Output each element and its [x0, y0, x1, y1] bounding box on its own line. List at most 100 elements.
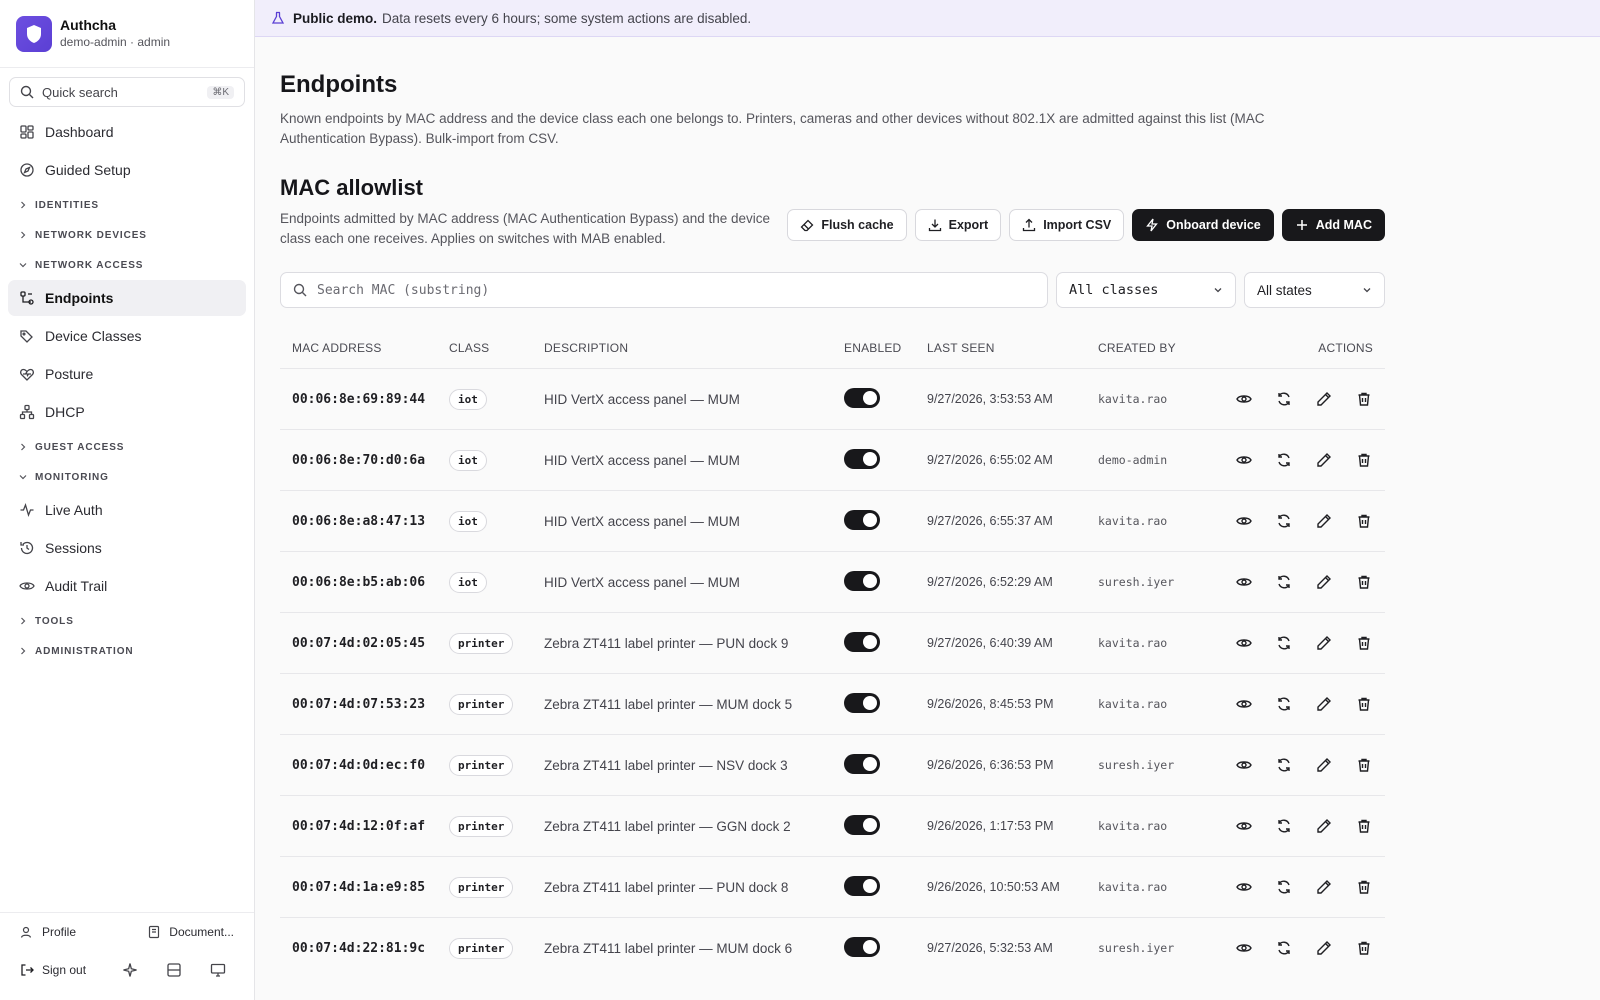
class-select[interactable]: All classes [1056, 272, 1236, 308]
view-icon[interactable] [1235, 756, 1253, 774]
refresh-icon[interactable] [1275, 451, 1293, 469]
nav-group-administration[interactable]: ADMINISTRATION [8, 636, 246, 666]
refresh-icon[interactable] [1275, 512, 1293, 530]
state-select[interactable]: All states [1244, 272, 1385, 308]
docs-link[interactable]: Document... [147, 925, 234, 939]
delete-icon[interactable] [1355, 939, 1373, 957]
view-icon[interactable] [1235, 451, 1253, 469]
col-class[interactable]: CLASS [449, 341, 544, 355]
enabled-toggle[interactable] [844, 631, 880, 652]
refresh-icon[interactable] [1275, 756, 1293, 774]
enabled-toggle[interactable] [844, 875, 880, 896]
delete-icon[interactable] [1355, 756, 1373, 774]
refresh-icon[interactable] [1275, 817, 1293, 835]
edit-icon[interactable] [1315, 634, 1333, 652]
view-icon[interactable] [1235, 817, 1253, 835]
refresh-icon[interactable] [1275, 634, 1293, 652]
view-icon[interactable] [1235, 512, 1253, 530]
enabled-toggle[interactable] [844, 814, 880, 835]
table-row[interactable]: 00:07:4d:12:0f:af printer Zebra ZT411 labe… [280, 795, 1385, 856]
delete-icon[interactable] [1355, 695, 1373, 713]
nav-group-network-access[interactable]: NETWORK ACCESS [8, 250, 246, 280]
edit-icon[interactable] [1315, 573, 1333, 591]
edit-icon[interactable] [1315, 939, 1333, 957]
col-description[interactable]: DESCRIPTION [544, 341, 844, 355]
enabled-toggle[interactable] [844, 509, 880, 530]
sign-out-button[interactable]: Sign out [20, 963, 86, 977]
enabled-toggle[interactable] [844, 692, 880, 713]
edit-icon[interactable] [1315, 817, 1333, 835]
flush-cache-button[interactable]: Flush cache [787, 209, 907, 241]
enabled-toggle[interactable] [844, 936, 880, 957]
enabled-toggle[interactable] [844, 570, 880, 591]
nav-group-network-devices[interactable]: NETWORK DEVICES [8, 220, 246, 250]
nav-group-identities[interactable]: IDENTITIES [8, 190, 246, 220]
onboard-device-button[interactable]: Onboard device [1132, 209, 1274, 241]
col-enabled[interactable]: ENABLED [844, 341, 927, 355]
sidebar-item-guided-setup[interactable]: Guided Setup [8, 152, 246, 188]
quick-search[interactable]: Quick search ⌘K [9, 77, 245, 107]
delete-icon[interactable] [1355, 390, 1373, 408]
view-icon[interactable] [1235, 634, 1253, 652]
sparkle-icon[interactable] [122, 962, 138, 978]
col-last-seen[interactable]: LAST SEEN [927, 341, 1098, 355]
delete-icon[interactable] [1355, 817, 1373, 835]
sidebar-item-posture[interactable]: Posture [8, 356, 246, 392]
export-button[interactable]: Export [914, 209, 1002, 241]
table-row[interactable]: 00:06:8e:69:89:44 iot HID VertX access pan… [280, 368, 1385, 429]
sidebar-item-dashboard[interactable]: Dashboard [8, 114, 246, 150]
nav-group-monitoring[interactable]: MONITORING [8, 462, 246, 492]
enabled-toggle[interactable] [844, 387, 880, 408]
col-mac[interactable]: MAC ADDRESS [280, 341, 449, 355]
brand[interactable]: Authcha demo-admin · admin [0, 0, 254, 68]
sidebar-item-device-classes[interactable]: Device Classes [8, 318, 246, 354]
col-created-by[interactable]: CREATED BY [1098, 341, 1210, 355]
edit-icon[interactable] [1315, 390, 1333, 408]
sidebar-item-audit-trail[interactable]: Audit Trail [8, 568, 246, 604]
mac-search-input[interactable]: Search MAC (substring) [280, 272, 1048, 308]
refresh-icon[interactable] [1275, 390, 1293, 408]
edit-icon[interactable] [1315, 451, 1333, 469]
monitor-icon[interactable] [210, 962, 226, 978]
edit-icon[interactable] [1315, 512, 1333, 530]
table-row[interactable]: 00:07:4d:0d:ec:f0 printer Zebra ZT411 labe… [280, 734, 1385, 795]
table-row[interactable]: 00:07:4d:1a:e9:85 printer Zebra ZT411 labe… [280, 856, 1385, 917]
edit-icon[interactable] [1315, 756, 1333, 774]
view-icon[interactable] [1235, 390, 1253, 408]
view-icon[interactable] [1235, 695, 1253, 713]
refresh-icon[interactable] [1275, 573, 1293, 591]
refresh-icon[interactable] [1275, 695, 1293, 713]
add-mac-button[interactable]: Add MAC [1281, 209, 1385, 241]
sidebar-item-dhcp[interactable]: DHCP [8, 394, 246, 430]
profile-link[interactable]: Profile [20, 925, 76, 939]
delete-icon[interactable] [1355, 512, 1373, 530]
delete-icon[interactable] [1355, 573, 1373, 591]
view-icon[interactable] [1235, 878, 1253, 896]
refresh-icon[interactable] [1275, 878, 1293, 896]
sidebar-item-endpoints[interactable]: Endpoints [8, 280, 246, 316]
view-icon[interactable] [1235, 939, 1253, 957]
mac-search-placeholder: Search MAC (substring) [317, 282, 490, 298]
table-row[interactable]: 00:06:8e:b5:ab:06 iot HID VertX access pan… [280, 551, 1385, 612]
sidebar-item-sessions[interactable]: Sessions [8, 530, 246, 566]
delete-icon[interactable] [1355, 634, 1373, 652]
refresh-icon[interactable] [1275, 939, 1293, 957]
import-csv-button[interactable]: Import CSV [1009, 209, 1125, 241]
mac-address: 00:07:4d:02:05:45 [292, 635, 426, 651]
delete-icon[interactable] [1355, 451, 1373, 469]
view-icon[interactable] [1235, 573, 1253, 591]
enabled-toggle[interactable] [844, 753, 880, 774]
table-row[interactable]: 00:07:4d:07:53:23 printer Zebra ZT411 labe… [280, 673, 1385, 734]
table-row[interactable]: 00:06:8e:70:d0:6a iot HID VertX access pan… [280, 429, 1385, 490]
layout-icon[interactable] [166, 962, 182, 978]
enabled-toggle[interactable] [844, 448, 880, 469]
table-row[interactable]: 00:07:4d:22:81:9c printer Zebra ZT411 labe… [280, 917, 1385, 978]
nav-group-tools[interactable]: TOOLS [8, 606, 246, 636]
edit-icon[interactable] [1315, 695, 1333, 713]
table-row[interactable]: 00:07:4d:02:05:45 printer Zebra ZT411 labe… [280, 612, 1385, 673]
nav-group-guest-access[interactable]: GUEST ACCESS [8, 432, 246, 462]
edit-icon[interactable] [1315, 878, 1333, 896]
sidebar-item-live-auth[interactable]: Live Auth [8, 492, 246, 528]
table-row[interactable]: 00:06:8e:a8:47:13 iot HID VertX access pan… [280, 490, 1385, 551]
delete-icon[interactable] [1355, 878, 1373, 896]
